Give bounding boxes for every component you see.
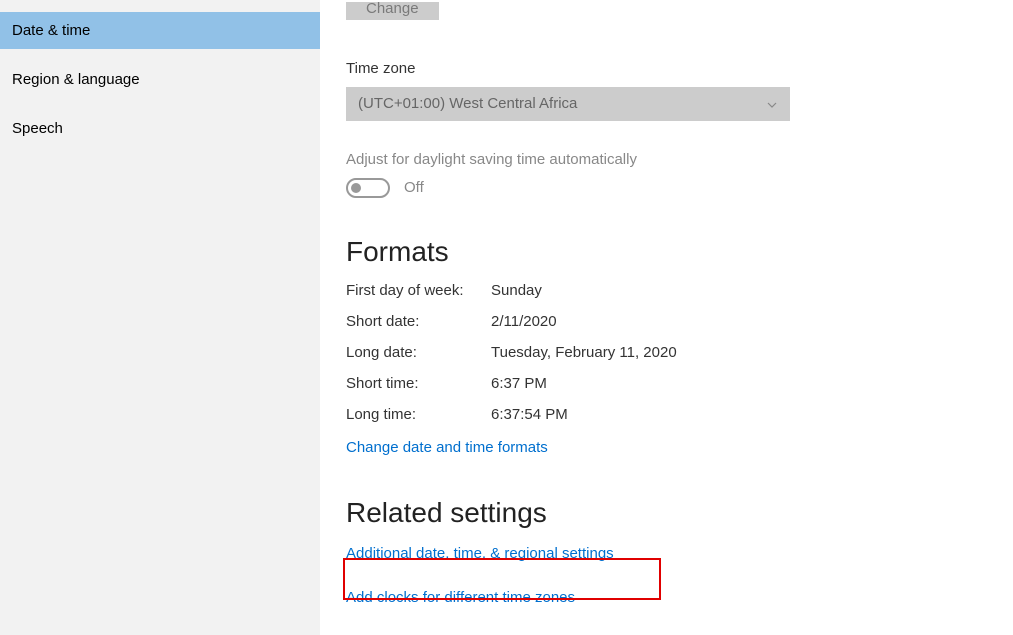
dst-toggle [346, 178, 390, 198]
format-label: Short date: [346, 313, 491, 330]
sidebar-item-label: Date & time [12, 22, 90, 39]
time-zone-label: Time zone [346, 60, 1013, 77]
dst-toggle-row: Off [346, 178, 1013, 198]
sidebar-item-region-language[interactable]: Region & language [0, 61, 320, 98]
change-formats-link[interactable]: Change date and time formats [346, 439, 548, 456]
dst-label: Adjust for daylight saving time automati… [346, 151, 1013, 168]
format-row-first-day: First day of week: Sunday [346, 282, 1013, 299]
format-value: Sunday [491, 282, 542, 299]
format-label: First day of week: [346, 282, 491, 299]
additional-settings-link[interactable]: Additional date, time, & regional settin… [346, 545, 614, 562]
related-settings-heading: Related settings [346, 497, 1013, 529]
add-clocks-link[interactable]: Add clocks for different time zones [346, 589, 575, 606]
sidebar-item-label: Region & language [12, 71, 140, 88]
change-button-label: Change [366, 2, 419, 18]
format-value: 2/11/2020 [491, 313, 557, 330]
dst-toggle-text: Off [404, 179, 424, 196]
format-row-short-date: Short date: 2/11/2020 [346, 313, 1013, 330]
format-label: Long time: [346, 406, 491, 423]
change-button: Change [346, 2, 439, 20]
sidebar-item-label: Speech [12, 120, 63, 137]
format-value: 6:37 PM [491, 375, 547, 392]
format-label: Long date: [346, 344, 491, 361]
format-row-short-time: Short time: 6:37 PM [346, 375, 1013, 392]
time-zone-dropdown: (UTC+01:00) West Central Africa [346, 87, 790, 121]
sidebar: Date & time Region & language Speech [0, 0, 320, 635]
sidebar-item-date-time[interactable]: Date & time [0, 12, 320, 49]
sidebar-item-speech[interactable]: Speech [0, 110, 320, 147]
format-value: Tuesday, February 11, 2020 [491, 344, 677, 361]
formats-heading: Formats [346, 236, 1013, 268]
time-zone-value: (UTC+01:00) West Central Africa [358, 95, 577, 112]
main-content: Change Time zone (UTC+01:00) West Centra… [320, 0, 1013, 635]
format-row-long-time: Long time: 6:37:54 PM [346, 406, 1013, 423]
format-label: Short time: [346, 375, 491, 392]
format-row-long-date: Long date: Tuesday, February 11, 2020 [346, 344, 1013, 361]
format-value: 6:37:54 PM [491, 406, 568, 423]
chevron-down-icon [766, 98, 778, 110]
